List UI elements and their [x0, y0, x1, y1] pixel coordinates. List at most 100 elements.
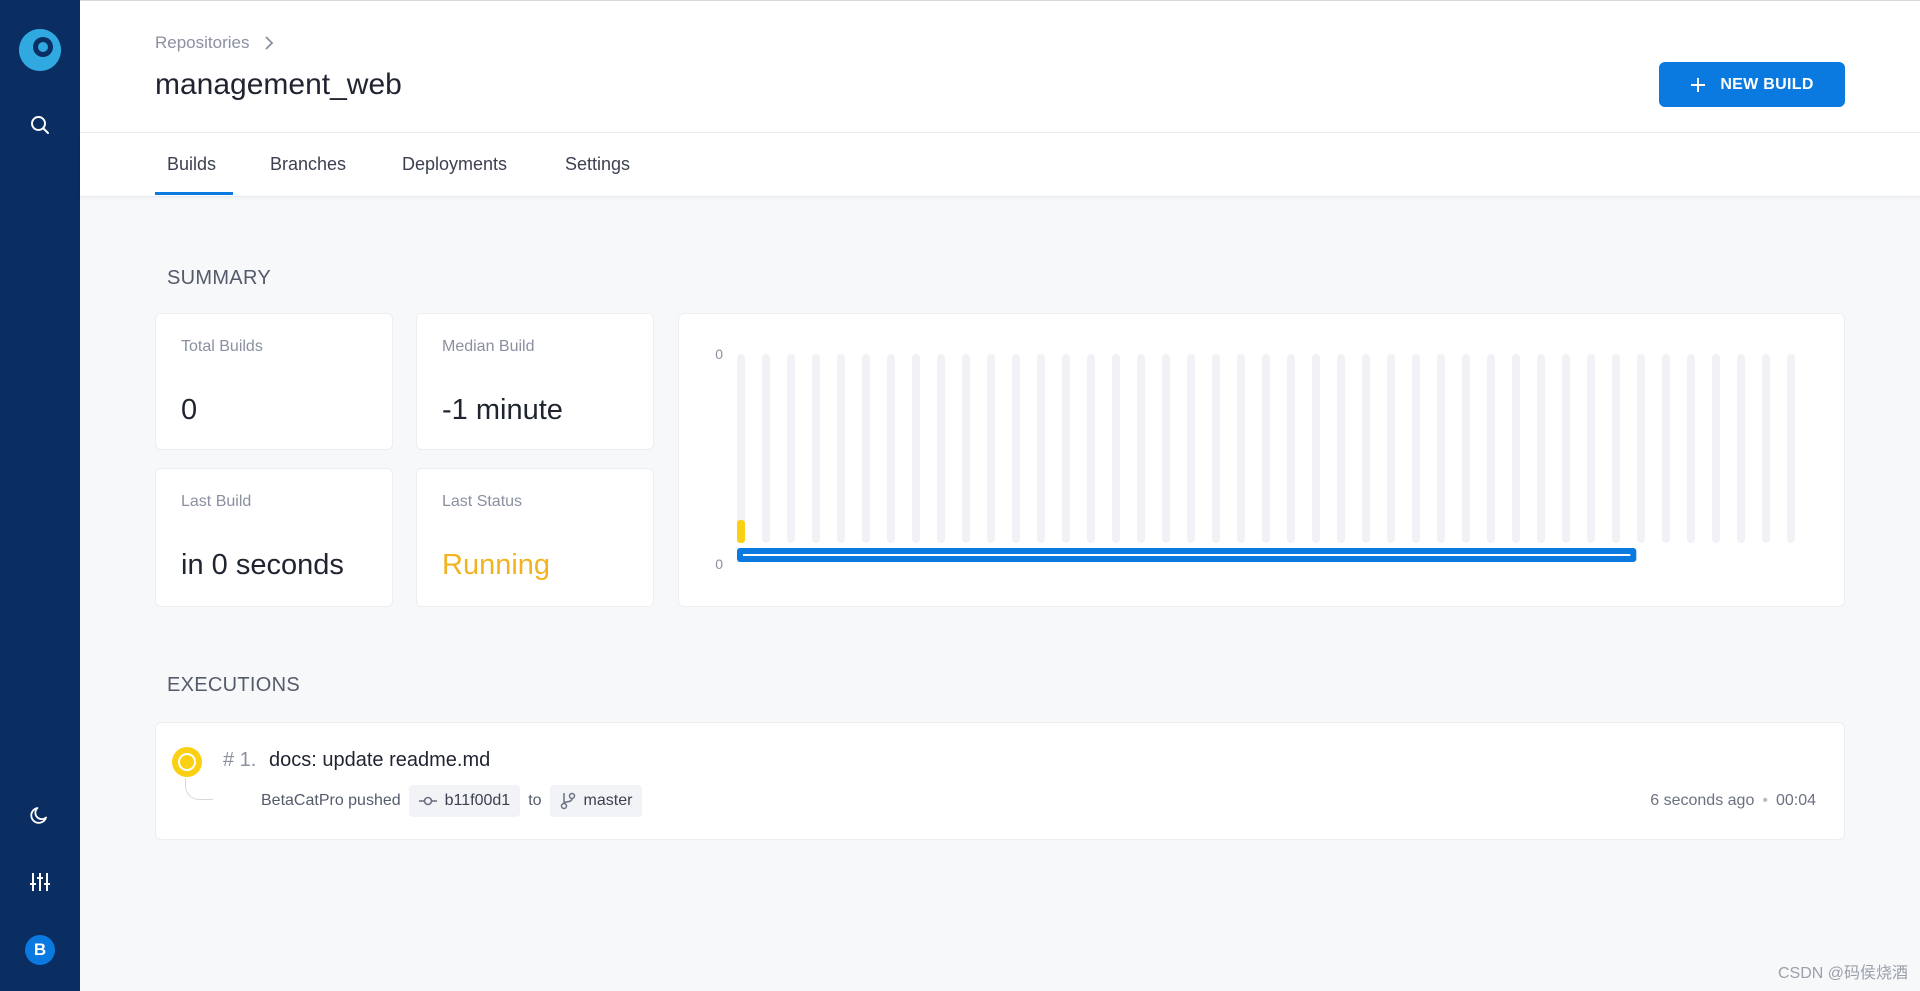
chart-bar-track[interactable] [1262, 354, 1270, 543]
chart-bar-track[interactable] [1537, 354, 1545, 543]
total-builds-card: Total Builds 0 [155, 313, 393, 450]
last-build-label: Last Build [181, 493, 252, 510]
chart-bar-track[interactable] [837, 354, 845, 543]
chart-bar-track[interactable] [1687, 354, 1695, 543]
chart-bar-track[interactable] [1587, 354, 1595, 543]
tab-settings[interactable]: Settings [565, 154, 630, 175]
sliders-icon [30, 873, 50, 891]
chart-bar-track[interactable] [1037, 354, 1045, 543]
chart-bar-track[interactable] [887, 354, 895, 543]
summary-title: SUMMARY [167, 267, 271, 289]
tab-branches[interactable]: Branches [270, 154, 346, 175]
watermark: CSDN @码侯烧酒 [1777, 965, 1908, 982]
build-number: # 1. [223, 749, 257, 771]
chart-bar-track[interactable] [1762, 354, 1770, 543]
chart-bar-track[interactable] [1012, 354, 1020, 543]
chart-bar-track[interactable] [1387, 354, 1395, 543]
chart-bar-track[interactable] [1137, 354, 1145, 543]
chart-bar-track[interactable] [1512, 354, 1520, 543]
chart-bar-track[interactable] [987, 354, 995, 543]
median-build-value: -1 minute [442, 394, 563, 426]
chart-bar-track[interactable] [912, 354, 920, 543]
chart-bar-track[interactable] [737, 354, 745, 543]
chart-bar-track[interactable] [1237, 354, 1245, 543]
chart-bar-track[interactable] [1562, 354, 1570, 543]
chart-bar-track[interactable] [862, 354, 870, 543]
moon-icon [30, 807, 47, 824]
commit-pill[interactable]: b11f00d1 [408, 785, 521, 817]
chart-bar-track[interactable] [1662, 354, 1670, 543]
chart-bar-track[interactable] [1212, 354, 1220, 543]
sidebar: B [0, 0, 80, 991]
settings-button[interactable] [0, 854, 80, 910]
last-status-label: Last Status [442, 493, 523, 510]
y-axis-top-label: 0 [715, 346, 723, 362]
tab-bar: Builds Branches Deployments Settings [80, 133, 1920, 197]
branch-name: master [583, 792, 633, 809]
last-status-value: Running [442, 549, 551, 581]
chart-bar-track[interactable] [787, 354, 795, 543]
chart-bar-track[interactable] [1337, 354, 1345, 543]
chart-bar-track[interactable] [1187, 354, 1195, 543]
new-build-button[interactable]: NEW BUILD [1659, 62, 1845, 107]
chart-bar-track[interactable] [1487, 354, 1495, 543]
drone-logo-icon [19, 29, 61, 71]
y-axis-bottom-label: 0 [715, 556, 723, 572]
last-build-card: Last Build in 0 seconds [155, 468, 393, 607]
plus-icon [1691, 77, 1706, 92]
connector-line [185, 778, 213, 800]
chart-bar-track[interactable] [1412, 354, 1420, 543]
search-button[interactable] [0, 97, 80, 153]
tab-deployments[interactable]: Deployments [402, 154, 507, 175]
build-history-chart-svg: 0 0 [715, 346, 1795, 572]
branch-icon [560, 792, 575, 810]
author-action: BetaCatPro pushed [261, 792, 401, 809]
drone-logo[interactable] [19, 29, 61, 71]
execution-timing: 6 seconds ago • 00:04 [1650, 792, 1816, 810]
last-status-card: Last Status Running [416, 468, 654, 607]
chart-bar-track[interactable] [1087, 354, 1095, 543]
execution-row[interactable]: # 1. docs: update readme.md BetaCatPro p… [155, 722, 1845, 840]
last-build-value: in 0 seconds [181, 549, 344, 581]
chart-bar-track[interactable] [1712, 354, 1720, 543]
chart-bar-track[interactable] [1062, 354, 1070, 543]
executions-title: EXECUTIONS [167, 674, 301, 696]
commit-message: docs: update readme.md [269, 749, 491, 771]
branch-pill[interactable]: master [549, 785, 643, 817]
running-status-icon [172, 747, 202, 777]
chart-bar-track[interactable] [762, 354, 770, 543]
chart-bar-track[interactable] [1612, 354, 1620, 543]
chart-bar-track[interactable] [1362, 354, 1370, 543]
chart-bar-track[interactable] [1462, 354, 1470, 543]
tab-active-indicator [155, 192, 233, 195]
avatar: B [25, 935, 55, 965]
chart-bar-track[interactable] [1787, 354, 1795, 543]
total-builds-label: Total Builds [181, 338, 263, 355]
chart-bar-track[interactable] [1312, 354, 1320, 543]
search-icon [31, 116, 49, 134]
build-history-chart: 0 0 [678, 313, 1845, 607]
user-avatar-button[interactable]: B [0, 922, 80, 978]
chart-bar-track[interactable] [1637, 354, 1645, 543]
chart-bar-track[interactable] [1737, 354, 1745, 543]
to-label: to [528, 792, 542, 809]
chart-bar-track[interactable] [937, 354, 945, 543]
chart-bar-track[interactable] [812, 354, 820, 543]
chart-bar-track[interactable] [1162, 354, 1170, 543]
tab-builds[interactable]: Builds [167, 154, 216, 175]
chart-bar-track[interactable] [962, 354, 970, 543]
new-build-label: NEW BUILD [1720, 75, 1814, 93]
breadcrumb: Repositories [155, 33, 274, 53]
breadcrumb-repositories-link[interactable]: Repositories [155, 33, 250, 53]
dot-separator: • [1762, 792, 1768, 809]
page-header: Repositories management_web NEW BUILD [80, 0, 1920, 133]
commit-icon [418, 796, 437, 806]
page-title: management_web [155, 68, 402, 101]
theme-toggle-button[interactable] [0, 787, 80, 843]
chart-bar-track[interactable] [1437, 354, 1445, 543]
median-build-label: Median Build [442, 338, 535, 355]
chart-bar-running[interactable] [737, 520, 745, 543]
chevron-right-icon [264, 36, 273, 50]
chart-bar-track[interactable] [1112, 354, 1120, 543]
chart-bar-track[interactable] [1287, 354, 1295, 543]
